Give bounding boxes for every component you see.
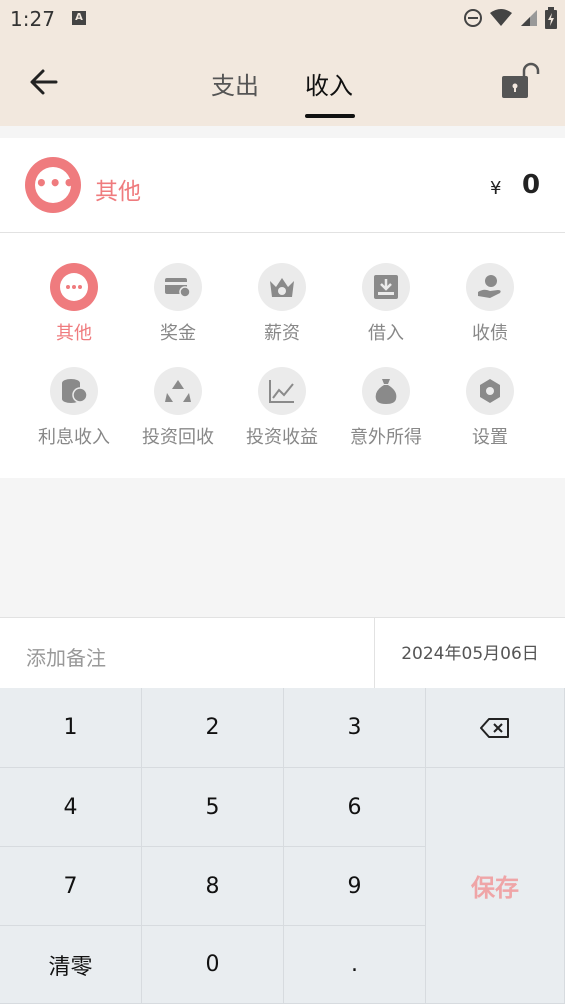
category-label: 意外所得 — [350, 427, 422, 448]
key-5[interactable]: 5 — [142, 768, 284, 847]
line-chart-icon — [258, 367, 306, 415]
tab-income[interactable]: 收入 — [305, 66, 353, 101]
coins-icon — [50, 367, 98, 415]
category-investment-income[interactable]: 投资收益 — [230, 337, 334, 448]
key-1[interactable]: 1 — [0, 688, 142, 768]
date-picker[interactable]: 2024年05月06日 — [375, 618, 565, 688]
key-9[interactable]: 9 — [284, 847, 426, 926]
inbox-download-icon — [362, 263, 410, 311]
crown-salary-icon — [258, 263, 306, 311]
save-button[interactable]: 保存 — [426, 768, 565, 1004]
backspace-icon — [480, 717, 509, 738]
dnd-icon — [464, 9, 482, 27]
battery-icon — [545, 7, 557, 29]
key-4[interactable]: 4 — [0, 768, 142, 847]
category-borrow[interactable]: 借入 — [334, 233, 438, 344]
currency-symbol: ¥ — [490, 178, 502, 199]
keypad: 1 2 3 4 5 6 7 8 9 清零 0 . 保存 — [0, 688, 565, 1004]
selected-category-row: ••• 其他 ¥ 0 — [0, 138, 565, 233]
gear-icon — [466, 367, 514, 415]
money-bag-icon — [362, 367, 410, 415]
category-settings[interactable]: 设置 — [438, 337, 542, 448]
category-label: 投资回收 — [142, 427, 214, 448]
status-time: 1:27 — [10, 7, 55, 31]
more-dots-icon: ••• — [25, 157, 81, 213]
category-bonus[interactable]: 奖金 — [126, 233, 230, 344]
category-label: 利息收入 — [38, 427, 110, 448]
header: 支出 收入 — [0, 38, 565, 126]
category-investment-return[interactable]: 投资回收 — [126, 337, 230, 448]
recycle-icon — [154, 367, 202, 415]
category-other[interactable]: 其他 — [22, 233, 126, 344]
amount-display: 0 — [522, 170, 541, 200]
category-debt-collect[interactable]: 收债 — [438, 233, 542, 344]
category-grid: 其他 奖金 薪资 借入 收债 利息收入 投资回收 投资收益 意外所得 设置 — [0, 233, 565, 478]
tab-expense[interactable]: 支出 — [211, 66, 259, 101]
key-0[interactable]: 0 — [142, 926, 284, 1004]
status-bar: 1:27 A — [0, 0, 565, 38]
selected-category-label: 其他 — [95, 179, 141, 205]
note-input[interactable]: 添加备注 — [26, 642, 106, 671]
status-icons — [463, 7, 557, 29]
key-dot[interactable]: . — [284, 926, 426, 1004]
clear-key[interactable]: 清零 — [0, 926, 142, 1004]
category-label: 投资收益 — [246, 427, 318, 448]
bonus-card-icon — [154, 263, 202, 311]
key-2[interactable]: 2 — [142, 688, 284, 768]
key-3[interactable]: 3 — [284, 688, 426, 768]
backspace-key[interactable] — [426, 688, 565, 768]
category-label: 设置 — [472, 427, 508, 448]
signal-icon — [521, 10, 537, 26]
wifi-icon — [490, 9, 512, 26]
unlock-icon[interactable] — [498, 62, 542, 102]
key-6[interactable]: 6 — [284, 768, 426, 847]
category-windfall[interactable]: 意外所得 — [334, 337, 438, 448]
tab-active-indicator — [305, 114, 355, 118]
a-icon: A — [72, 11, 86, 25]
hand-coin-icon — [466, 263, 514, 311]
key-7[interactable]: 7 — [0, 847, 142, 926]
arrow-left-icon[interactable] — [26, 64, 62, 100]
category-salary[interactable]: 薪资 — [230, 233, 334, 344]
category-interest[interactable]: 利息收入 — [22, 337, 126, 448]
note-date-row: 添加备注 2024年05月06日 — [0, 617, 565, 688]
key-8[interactable]: 8 — [142, 847, 284, 926]
more-dots-icon — [50, 263, 98, 311]
